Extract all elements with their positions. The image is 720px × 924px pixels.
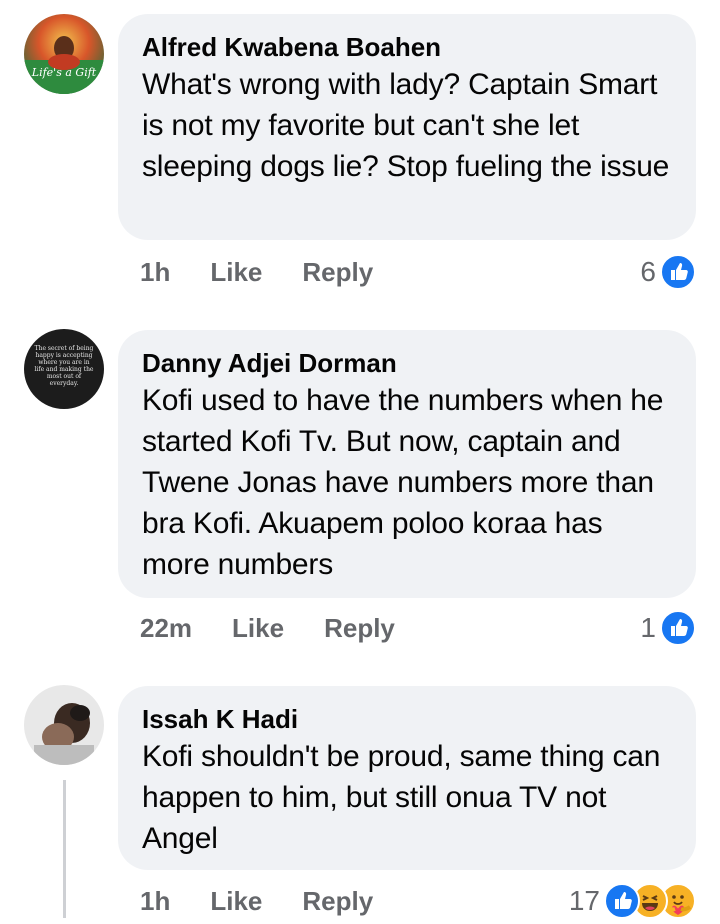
reaction-summary[interactable]: 17: [569, 883, 696, 919]
comment-bubble: Issah K Hadi Kofi shouldn't be proud, sa…: [118, 686, 696, 870]
comment-text: What's wrong with lady? Captain Smart is…: [142, 68, 670, 183]
comment-author[interactable]: Danny Adjei Dorman: [142, 346, 672, 380]
comment-bubble: Alfred Kwabena Boahen What's wrong with …: [118, 14, 696, 240]
comment-text: Kofi shouldn't be proud, same thing can …: [142, 740, 661, 855]
comment-timestamp[interactable]: 1h: [140, 257, 170, 288]
reply-button[interactable]: Reply: [302, 257, 373, 288]
svg-text:Life's a Gift: Life's a Gift: [31, 66, 97, 79]
reply-thread-line: [63, 780, 66, 918]
reaction-count: 17: [568, 885, 600, 916]
reaction-summary[interactable]: 1: [640, 610, 696, 646]
reaction-count: 6: [640, 256, 656, 287]
like-button[interactable]: Like: [210, 886, 262, 917]
comment-author[interactable]: Alfred Kwabena Boahen: [142, 30, 672, 64]
like-button[interactable]: Like: [210, 257, 262, 288]
comment-bubble: Danny Adjei Dorman Kofi used to have the…: [118, 330, 696, 598]
reaction-summary[interactable]: 6: [640, 254, 696, 290]
like-button[interactable]: Like: [232, 613, 284, 644]
avatar[interactable]: The secret of being happy is accepting w…: [24, 329, 104, 409]
comment-actions: 1h Like Reply 17: [140, 883, 696, 919]
avatar[interactable]: [24, 685, 104, 765]
comment-actions: 22m Like Reply 1: [140, 610, 696, 646]
reaction-count: 1: [640, 612, 656, 643]
comment-author[interactable]: Issah K Hadi: [142, 702, 672, 736]
comment-text: Kofi used to have the numbers when he st…: [142, 384, 664, 581]
like-icon: [660, 610, 696, 646]
like-icon: [660, 254, 696, 290]
comment-timestamp[interactable]: 22m: [140, 613, 192, 644]
reply-button[interactable]: Reply: [324, 613, 395, 644]
avatar[interactable]: Life's a Gift: [24, 14, 104, 94]
comment-timestamp[interactable]: 1h: [140, 886, 170, 917]
like-icon: [604, 883, 640, 919]
comment-actions: 1h Like Reply 6: [140, 254, 696, 290]
reply-button[interactable]: Reply: [302, 886, 373, 917]
